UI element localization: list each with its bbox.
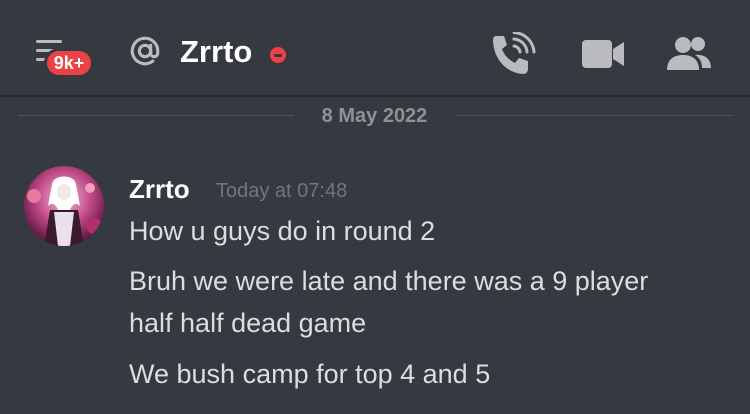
video-camera-icon[interactable] xyxy=(580,36,626,72)
divider-line xyxy=(455,115,733,116)
phone-call-icon[interactable] xyxy=(490,32,536,76)
avatar[interactable] xyxy=(24,166,104,246)
members-icon[interactable] xyxy=(665,34,713,74)
dm-channel-name[interactable]: Zrrto xyxy=(180,30,252,74)
unread-badge: 9k+ xyxy=(44,48,94,78)
message-timestamp: Today at 07:48 xyxy=(216,180,348,202)
date-label: 8 May 2022 xyxy=(321,105,428,127)
message-line: How u guys do in round 2 xyxy=(129,216,436,246)
message-line: We bush camp for top 4 and 5 xyxy=(129,359,491,389)
dnd-status-icon xyxy=(270,47,286,63)
divider-line xyxy=(18,115,294,116)
dm-header: 9k+ Zrrto xyxy=(0,0,750,97)
message-author[interactable]: Zrrto xyxy=(129,172,190,206)
at-icon xyxy=(130,36,160,66)
message-line: half half dead game xyxy=(129,308,367,338)
date-divider: 8 May 2022 xyxy=(18,101,733,131)
message-line: Bruh we were late and there was a 9 play… xyxy=(129,266,649,296)
